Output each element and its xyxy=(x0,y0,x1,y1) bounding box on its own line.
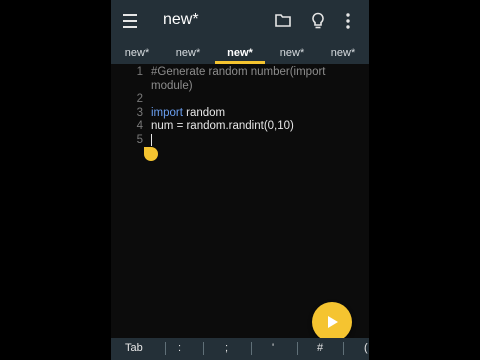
tab-file-2[interactable]: new* xyxy=(163,47,213,59)
code-editor[interactable]: 1 #Generate random number(import module)… xyxy=(111,64,369,338)
symbol-quote[interactable]: ' xyxy=(272,342,274,354)
page-title: new* xyxy=(163,11,199,28)
line-number: 3 xyxy=(136,107,143,119)
folder-icon[interactable] xyxy=(275,12,291,28)
line-number: 4 xyxy=(136,120,143,132)
divider xyxy=(203,342,204,355)
more-vert-icon[interactable] xyxy=(345,12,351,30)
editor-screen: new* new* new* new* new* new* 1 #Generat… xyxy=(111,0,369,360)
code-line-3: import random xyxy=(151,107,225,119)
symbol-colon[interactable]: : xyxy=(178,342,181,354)
app-bar: new* xyxy=(111,0,369,44)
tab-file-1[interactable]: new* xyxy=(112,47,162,59)
code-line-4: num = random.randint(0,10) xyxy=(151,120,294,132)
symbol-bar: Tab : ; ' # ( xyxy=(111,338,369,360)
file-tabs: new* new* new* new* new* xyxy=(111,44,369,64)
symbol-hash[interactable]: # xyxy=(317,342,323,354)
line-number: 1 xyxy=(136,66,143,78)
code-line-1: #Generate random number(import xyxy=(151,66,326,78)
tab-file-5[interactable]: new* xyxy=(318,47,368,59)
divider xyxy=(165,342,166,355)
tab-file-3-active[interactable]: new* xyxy=(215,47,265,59)
symbol-semicolon[interactable]: ; xyxy=(225,342,228,354)
divider xyxy=(343,342,344,355)
play-icon xyxy=(328,316,338,328)
text-cursor xyxy=(151,134,152,146)
cursor-handle[interactable] xyxy=(144,147,158,161)
code-line-3-rest: random xyxy=(182,107,226,119)
run-button[interactable] xyxy=(312,302,352,342)
line-number: 2 xyxy=(136,93,143,105)
code-line-1-wrap: module) xyxy=(151,80,193,92)
lightbulb-icon[interactable] xyxy=(310,12,326,30)
symbol-paren[interactable]: ( xyxy=(364,342,368,354)
keyword-import: import xyxy=(151,107,183,119)
tab-file-4[interactable]: new* xyxy=(267,47,317,59)
symbol-tab[interactable]: Tab xyxy=(125,342,143,354)
menu-icon[interactable] xyxy=(123,14,137,28)
line-number: 5 xyxy=(136,134,143,146)
divider xyxy=(251,342,252,355)
divider xyxy=(297,342,298,355)
